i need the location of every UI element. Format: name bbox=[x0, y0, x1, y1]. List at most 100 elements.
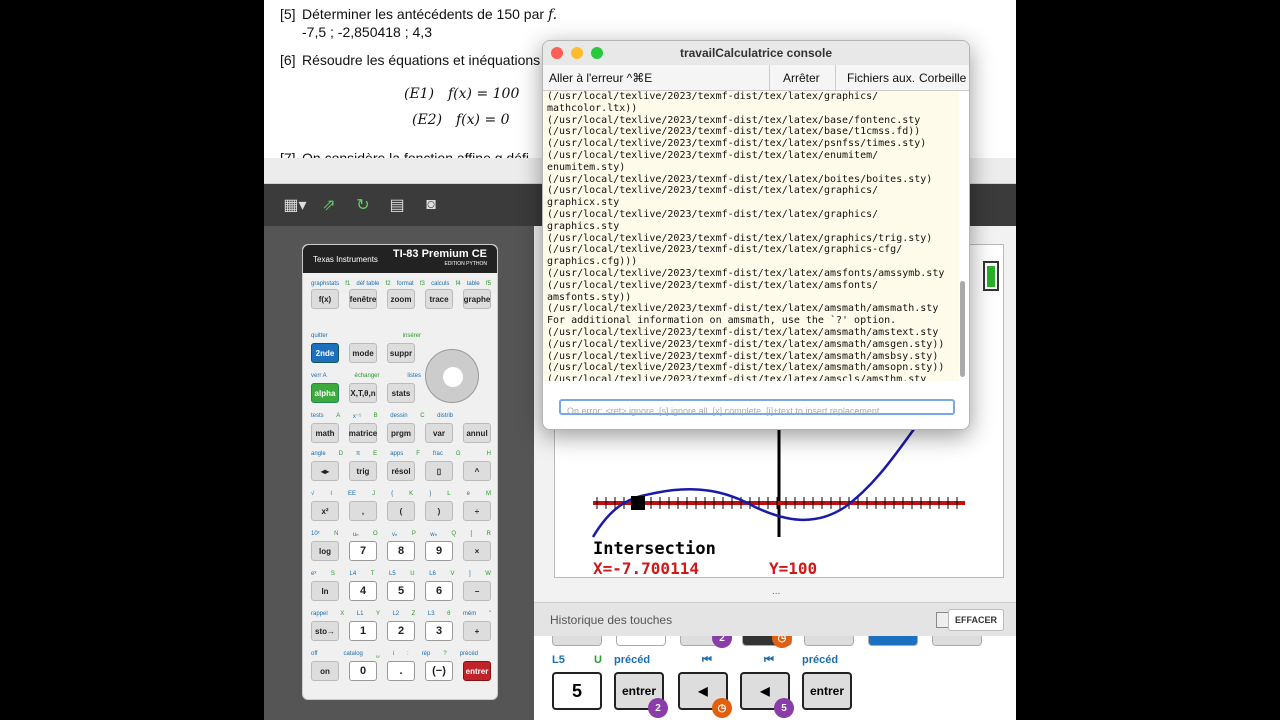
key-math-button[interactable]: math bbox=[311, 423, 339, 443]
log-line: enumitem.sty) bbox=[547, 161, 626, 173]
key-graphe-button[interactable]: graphe bbox=[463, 289, 491, 309]
key-7-button[interactable]: 7 bbox=[349, 541, 377, 561]
log-line: (/usr/local/texlive/2023/texmf-dist/tex/… bbox=[547, 208, 879, 220]
error-response-field[interactable] bbox=[559, 399, 955, 417]
goto-error-button[interactable]: Aller à l'erreur ^⌘E bbox=[549, 65, 652, 91]
key-9-button[interactable]: 9 bbox=[425, 541, 453, 561]
key-entrer-button[interactable]: entrer bbox=[463, 661, 491, 681]
history-count-badge: 2 bbox=[712, 636, 732, 648]
key-4-button[interactable]: 4 bbox=[349, 581, 377, 601]
item-number: [6] bbox=[280, 52, 296, 68]
camera-icon[interactable]: ◙ bbox=[418, 194, 444, 216]
key--button[interactable]: ◂▸ bbox=[311, 461, 339, 481]
minimize-icon[interactable] bbox=[571, 47, 583, 59]
key--button[interactable]: , bbox=[349, 501, 377, 521]
secondary-key-label: listes bbox=[407, 373, 421, 379]
secondary-key-label: rép bbox=[421, 651, 431, 657]
secondary-key-label: f4 bbox=[455, 281, 461, 287]
key-rsol-button[interactable]: résol bbox=[387, 461, 415, 481]
secondary-key-label: f2 bbox=[385, 281, 391, 287]
key-3-button[interactable]: 3 bbox=[425, 621, 453, 641]
key-1-button[interactable]: 1 bbox=[349, 621, 377, 641]
secondary-key-label: graphstats bbox=[311, 281, 340, 287]
stop-button[interactable]: Arrêter bbox=[783, 65, 820, 91]
key-prgm-button[interactable]: prgm bbox=[387, 423, 415, 443]
key-mode-button[interactable]: mode bbox=[349, 343, 377, 363]
key-stats-button[interactable]: stats bbox=[387, 383, 415, 403]
key-labels-row: 10ˣ Nuₙ Ovₙ Pwₙ Q [R bbox=[311, 531, 491, 538]
key--button[interactable]: − bbox=[463, 581, 491, 601]
secondary-key-label: : bbox=[407, 651, 409, 657]
key-6-button[interactable]: 6 bbox=[425, 581, 453, 601]
key-row: x², () ÷ bbox=[311, 501, 491, 521]
secondary-key-label: apps bbox=[390, 451, 404, 457]
secondary-key-label: D bbox=[338, 451, 344, 457]
secondary-key-label: dessin bbox=[390, 413, 408, 419]
key--button[interactable]: ^ bbox=[463, 461, 491, 481]
key-annul-button[interactable]: annul bbox=[463, 423, 491, 443]
key--button[interactable]: × bbox=[463, 541, 491, 561]
key-2nde-button[interactable]: 2nde bbox=[311, 343, 339, 363]
layout-icon[interactable]: ▤ bbox=[384, 194, 410, 216]
scrollbar[interactable] bbox=[960, 281, 965, 377]
equation-label: (E2) bbox=[412, 112, 443, 128]
key-row: ◂▸ trig résol ▯ ^ bbox=[311, 461, 491, 481]
key-2-button[interactable]: 2 bbox=[387, 621, 415, 641]
key-XTn-button[interactable]: X,T,θ,n bbox=[349, 383, 377, 403]
history-key-partial bbox=[552, 636, 602, 646]
rotate-icon[interactable]: ↻ bbox=[350, 194, 376, 216]
secondary-key-label: L1 bbox=[356, 611, 364, 617]
log-line: (/usr/local/texlive/2023/texmf-dist/tex/… bbox=[547, 91, 879, 102]
key-row: 2nde mode suppr bbox=[311, 343, 415, 363]
clear-history-button[interactable]: EFFACER bbox=[947, 609, 1004, 631]
key--button[interactable]: + bbox=[463, 621, 491, 641]
key-suppr-button[interactable]: suppr bbox=[387, 343, 415, 363]
send-to-emulator-icon[interactable]: ⇗ bbox=[316, 194, 342, 216]
trash-button[interactable]: Corbeille bbox=[919, 65, 966, 91]
key-8-button[interactable]: 8 bbox=[387, 541, 415, 561]
maximize-icon[interactable] bbox=[591, 47, 603, 59]
log-line: (/usr/local/texlive/2023/texmf-dist/tex/… bbox=[547, 149, 879, 161]
error-response-input[interactable] bbox=[561, 405, 953, 417]
close-icon[interactable] bbox=[551, 47, 563, 59]
key--button[interactable]: ÷ bbox=[463, 501, 491, 521]
history-title: Historique des touches bbox=[550, 612, 673, 627]
calculator-view-icon[interactable]: ▦▾ bbox=[282, 194, 308, 216]
history-label: U bbox=[594, 654, 602, 666]
key-zoom-button[interactable]: zoom bbox=[387, 289, 415, 309]
key-fentre-button[interactable]: fenêtre bbox=[349, 289, 377, 309]
secondary-key-label: rappel bbox=[311, 611, 328, 617]
key--button[interactable]: ▯ bbox=[425, 461, 453, 481]
secondary-key-label: L2 bbox=[392, 611, 400, 617]
key-var-button[interactable]: var bbox=[425, 423, 453, 443]
key--button[interactable]: ( bbox=[387, 501, 415, 521]
key-trig-button[interactable]: trig bbox=[349, 461, 377, 481]
key-sto-button[interactable]: sto→ bbox=[311, 621, 339, 641]
key-ln-button[interactable]: ln bbox=[311, 581, 339, 601]
key-trace-button[interactable]: trace bbox=[425, 289, 453, 309]
key-0-button[interactable]: 0 bbox=[349, 661, 377, 681]
key--button[interactable]: ) bbox=[425, 501, 453, 521]
arrow-keys-dpad[interactable] bbox=[425, 349, 479, 403]
key-alpha-button[interactable]: alpha bbox=[311, 383, 339, 403]
key--button[interactable]: (−) bbox=[425, 661, 453, 681]
secondary-key-label: verr A bbox=[311, 373, 327, 379]
key-fx-button[interactable]: f(x) bbox=[311, 289, 339, 309]
log-line: (/usr/local/texlive/2023/texmf-dist/tex/… bbox=[547, 303, 939, 315]
secondary-key-label: f3 bbox=[419, 281, 425, 287]
history-key-5[interactable]: 5 bbox=[552, 672, 602, 710]
key-log-button[interactable]: log bbox=[311, 541, 339, 561]
key-5-button[interactable]: 5 bbox=[387, 581, 415, 601]
item-text: Déterminer les antécédents de 150 par f. bbox=[302, 6, 558, 23]
history-repeat-badge: ◷ bbox=[712, 698, 732, 718]
calculator-pane: Texas Instruments TI-83 Premium CE EDITIO… bbox=[264, 226, 534, 720]
key--button[interactable]: . bbox=[387, 661, 415, 681]
aux-files-button[interactable]: Fichiers aux. bbox=[847, 65, 915, 91]
key-on-button[interactable]: on bbox=[311, 661, 339, 681]
resize-handle[interactable]: ... bbox=[772, 586, 780, 597]
key-matrice-button[interactable]: matrice bbox=[349, 423, 377, 443]
key-x-button[interactable]: x² bbox=[311, 501, 339, 521]
key-row: on 0. (−) entrer bbox=[311, 661, 491, 681]
history-key-entrer[interactable]: entrer bbox=[802, 672, 852, 710]
history-label: précéd bbox=[802, 654, 839, 666]
